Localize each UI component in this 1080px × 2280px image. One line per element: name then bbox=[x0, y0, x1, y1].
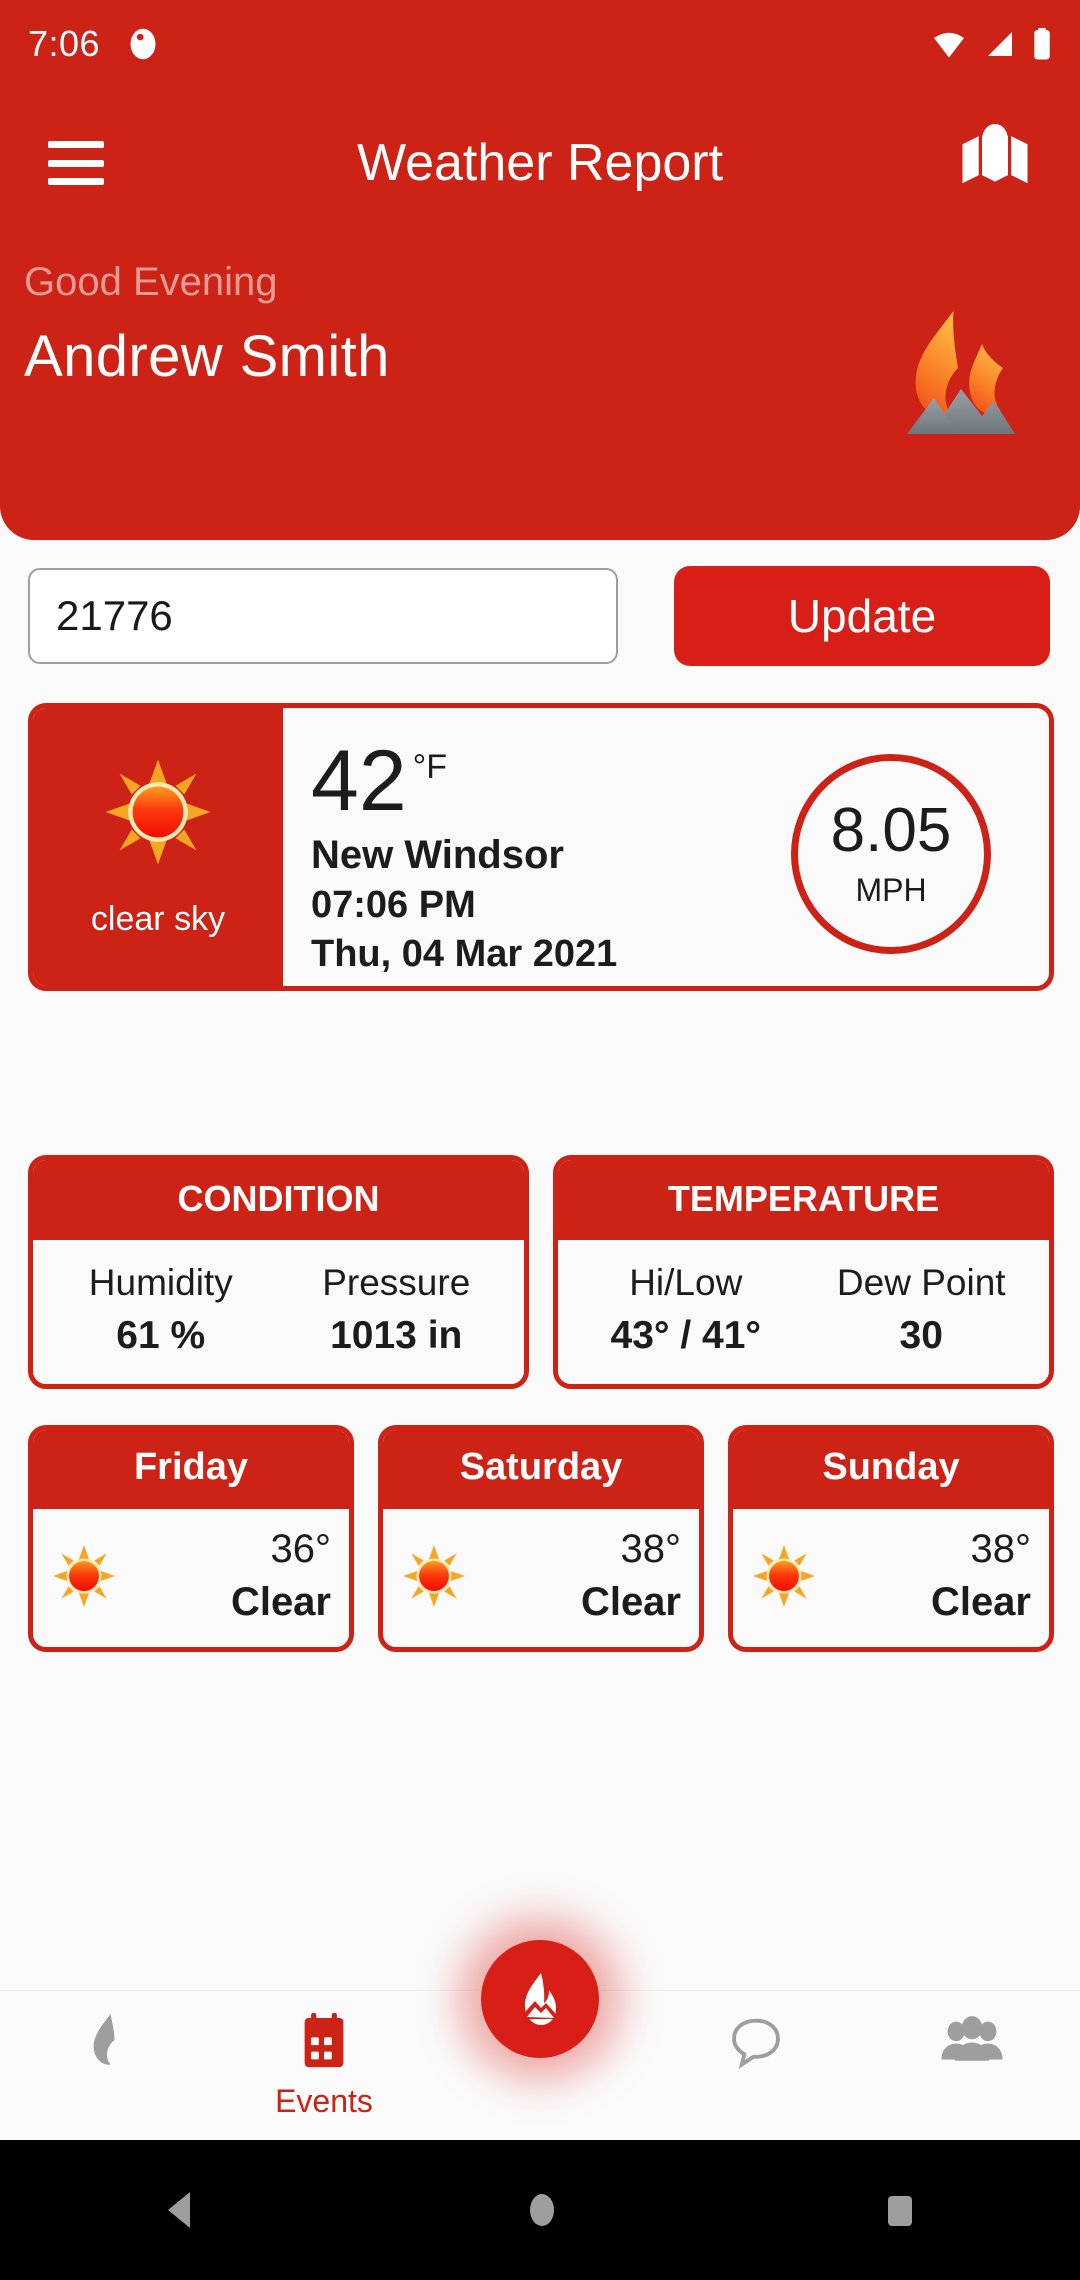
notification-badge-icon bbox=[130, 28, 156, 60]
status-clock: 7:06 bbox=[28, 23, 101, 64]
cellular-signal-icon bbox=[988, 32, 1012, 56]
nav-item-chat[interactable] bbox=[648, 1991, 864, 2083]
sun-icon bbox=[105, 759, 211, 864]
app-screen: 7:06 Weather Report Good Evening Andrew … bbox=[0, 0, 1080, 2280]
current-condition-panel: clear sky bbox=[33, 708, 283, 986]
forecast-desc: Clear bbox=[930, 1580, 1031, 1624]
dewpoint-cell: Dew Point 30 bbox=[804, 1262, 1040, 1358]
app-bar: Weather Report bbox=[0, 88, 1080, 238]
location-search-row: Update bbox=[0, 566, 1080, 666]
status-notification-icons bbox=[126, 26, 160, 62]
humidity-cell: Humidity 61 % bbox=[43, 1262, 279, 1358]
nav-label-events: Events bbox=[275, 2083, 373, 2119]
current-temperature: 42 bbox=[311, 733, 407, 829]
current-condition-text: clear sky bbox=[90, 899, 226, 938]
forecast-day: Friday bbox=[33, 1430, 349, 1509]
humidity-value: 61 % bbox=[116, 1314, 206, 1357]
forecast-card[interactable]: Saturday 38° Clear bbox=[378, 1425, 704, 1652]
dewpoint-label: Dew Point bbox=[836, 1262, 1006, 1303]
humidity-label: Humidity bbox=[88, 1262, 233, 1303]
status-system-icons bbox=[930, 27, 1052, 61]
hamburger-menu-icon[interactable] bbox=[48, 141, 104, 185]
forecast-body: 38° Clear bbox=[383, 1509, 699, 1647]
map-location-icon[interactable] bbox=[956, 122, 1034, 205]
condition-card-body: Humidity 61 % Pressure 1013 in bbox=[33, 1240, 524, 1384]
temperature-card: TEMPERATURE Hi/Low 43° / 41° Dew Point 3… bbox=[553, 1155, 1054, 1389]
forecast-desc: Clear bbox=[580, 1580, 681, 1624]
forecast-temp: 38° bbox=[620, 1527, 682, 1571]
home-circle-icon[interactable] bbox=[522, 2186, 562, 2234]
temperature-card-body: Hi/Low 43° / 41° Dew Point 30 bbox=[558, 1240, 1049, 1384]
temperature-card-title: TEMPERATURE bbox=[558, 1160, 1049, 1240]
dewpoint-value: 30 bbox=[899, 1314, 943, 1357]
recents-square-icon[interactable] bbox=[878, 2186, 922, 2234]
page-title: Weather Report bbox=[356, 134, 724, 192]
sun-icon bbox=[403, 1545, 465, 1607]
forecast-body: 38° Clear bbox=[733, 1509, 1049, 1647]
hilow-value: 43° / 41° bbox=[610, 1314, 761, 1357]
people-group-icon bbox=[941, 2016, 1003, 2061]
pressure-label: Pressure bbox=[322, 1262, 471, 1303]
header-panel: Weather Report Good Evening Andrew Smith bbox=[0, 88, 1080, 540]
forecast-desc: Clear bbox=[230, 1580, 331, 1624]
flame-mountain-logo-icon bbox=[886, 296, 1036, 446]
nav-item-events[interactable]: Events bbox=[216, 1991, 432, 2120]
battery-icon bbox=[1034, 27, 1050, 60]
flame-mountain-icon bbox=[524, 1973, 556, 2025]
update-button[interactable]: Update bbox=[674, 566, 1050, 666]
sun-icon bbox=[753, 1545, 815, 1607]
back-triangle-icon[interactable] bbox=[158, 2186, 206, 2234]
forecast-values: 38° Clear bbox=[581, 1527, 681, 1625]
hilow-cell: Hi/Low 43° / 41° bbox=[568, 1262, 804, 1358]
chat-bubble-icon bbox=[732, 2018, 780, 2069]
wifi-icon bbox=[934, 32, 964, 58]
nav-item-people[interactable] bbox=[864, 1991, 1080, 2083]
current-weather-card: clear sky 42 °F New Windsor 07:06 PM Thu… bbox=[28, 703, 1054, 991]
forecast-body: 36° Clear bbox=[33, 1509, 349, 1647]
forecast-card[interactable]: Sunday 38° Clear bbox=[728, 1425, 1054, 1652]
pressure-value: 1013 in bbox=[330, 1314, 463, 1357]
condition-card-title: CONDITION bbox=[33, 1160, 524, 1240]
wind-speed-value: 8.05 bbox=[830, 795, 952, 865]
forecast-temp: 38° bbox=[970, 1527, 1032, 1571]
status-bar: 7:06 bbox=[0, 0, 1080, 88]
wind-speed-gauge: 8.05 MPH bbox=[791, 754, 991, 954]
forecast-card[interactable]: Friday 36° Clear bbox=[28, 1425, 354, 1652]
flame-icon bbox=[93, 2014, 115, 2065]
forecast-values: 38° Clear bbox=[931, 1527, 1031, 1625]
forecast-values: 36° Clear bbox=[231, 1527, 331, 1625]
android-navigation-bar bbox=[0, 2140, 1080, 2280]
forecast-row: Friday 36° Clear Saturday 38° Clear Sund… bbox=[28, 1425, 1054, 1652]
wind-speed-unit: MPH bbox=[855, 871, 927, 908]
stats-row: CONDITION Humidity 61 % Pressure 1013 in… bbox=[28, 1155, 1054, 1389]
forecast-temp: 36° bbox=[270, 1527, 332, 1571]
forecast-day: Saturday bbox=[383, 1430, 699, 1509]
nav-item-flame[interactable] bbox=[0, 1991, 216, 2083]
temperature-unit: °F bbox=[412, 748, 448, 786]
flame-fab-button[interactable] bbox=[481, 1940, 599, 2058]
hilow-label: Hi/Low bbox=[629, 1262, 743, 1303]
sun-icon bbox=[53, 1545, 115, 1607]
forecast-day: Sunday bbox=[733, 1430, 1049, 1509]
pressure-cell: Pressure 1013 in bbox=[279, 1262, 515, 1358]
condition-card: CONDITION Humidity 61 % Pressure 1013 in bbox=[28, 1155, 529, 1389]
zip-code-input[interactable] bbox=[28, 568, 618, 664]
calendar-icon bbox=[304, 2012, 344, 2068]
